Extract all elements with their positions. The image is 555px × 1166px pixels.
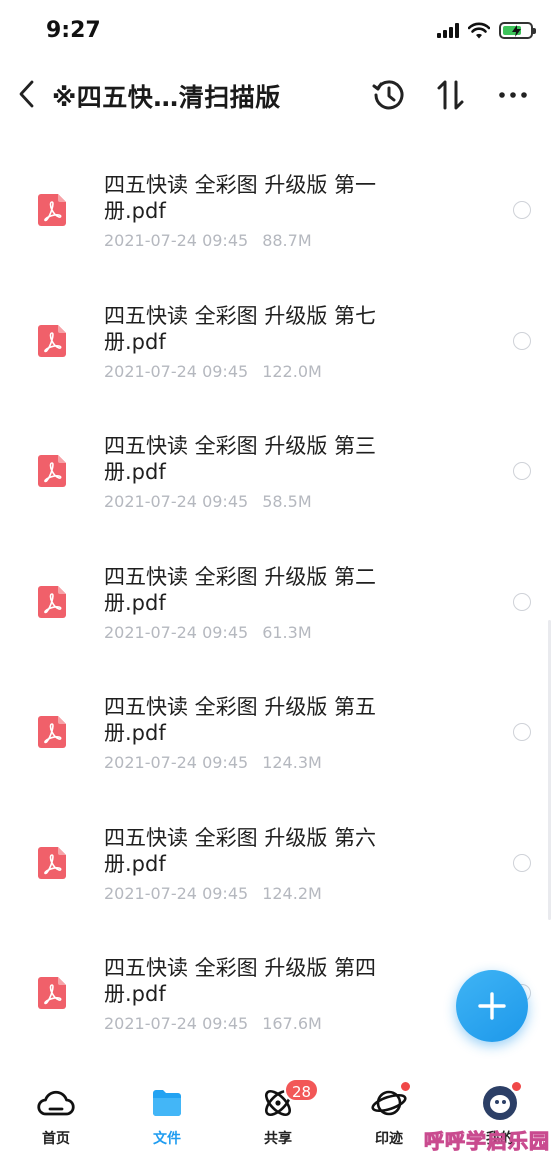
- pdf-file-icon: [38, 194, 66, 226]
- file-name: 四五快读 全彩图 升级版 第四册.pdf: [104, 956, 377, 1006]
- file-item[interactable]: 四五快读 全彩图 升级版 第五册.pdf 2021-07-24 09:45 124…: [0, 670, 555, 801]
- file-meta: 2021-07-24 09:45 167.6M: [104, 1014, 322, 1033]
- file-item[interactable]: 四五快读 全彩图 升级版 第二册.pdf 2021-07-24 09:45 61.…: [0, 540, 555, 671]
- select-radio[interactable]: [513, 462, 531, 480]
- status-icons: [437, 22, 536, 39]
- sort-button[interactable]: [432, 76, 470, 114]
- file-meta: 2021-07-24 09:45 124.3M: [104, 753, 322, 772]
- tab-footprint[interactable]: 印迹: [344, 1080, 434, 1154]
- file-size: 167.6M: [262, 1014, 322, 1033]
- select-radio[interactable]: [513, 592, 531, 611]
- watermark: 呼呼学启乐园: [424, 1129, 550, 1154]
- battery-icon: [499, 22, 536, 39]
- file-name: 四五快读 全彩图 升级版 第一册.pdf: [104, 173, 377, 223]
- file-size: 88.7M: [262, 231, 312, 250]
- top-nav: ※四五快…清扫描版: [0, 62, 555, 126]
- scrollbar[interactable]: [548, 620, 551, 920]
- file-size: 61.3M: [262, 622, 312, 642]
- tab-label: 文件: [153, 1131, 181, 1147]
- tab-label: 首页: [42, 1131, 70, 1147]
- wifi-icon: [468, 22, 490, 39]
- file-date: 2021-07-24 09:45: [104, 492, 249, 511]
- signal-icon: [437, 23, 459, 38]
- file-meta: 2021-07-24 09:45 122.0M: [104, 362, 322, 381]
- file-name: 四五快读 全彩图 升级版 第六册.pdf: [104, 825, 377, 876]
- file-date: 2021-07-24 09:45: [104, 231, 249, 250]
- tab-share[interactable]: 28 共享: [233, 1078, 323, 1154]
- file-size: 124.2M: [262, 883, 322, 903]
- file-item[interactable]: 四五快读 全彩图 升级版 第六册.pdf 2021-07-24 09:45 124…: [0, 801, 555, 932]
- pdf-file-icon: [38, 977, 66, 1009]
- select-radio[interactable]: [513, 201, 531, 219]
- status-bar: 9:27: [0, 0, 555, 60]
- folder-icon: [153, 1090, 181, 1116]
- file-name: 四五快读 全彩图 升级版 第七册.pdf: [104, 303, 377, 354]
- file-date: 2021-07-24 09:45: [104, 753, 249, 772]
- share-badge: 28: [284, 1078, 320, 1102]
- file-item[interactable]: 四五快读 全彩图 升级版 第三册.pdf 2021-07-24 09:45 58.…: [0, 409, 555, 540]
- pdf-file-icon: [38, 324, 66, 357]
- file-list: 四五快读 全彩图 升级版 第一册.pdf 2021-07-24 09:45 88.…: [0, 148, 555, 1062]
- file-date: 2021-07-24 09:45: [104, 1014, 249, 1033]
- page-title: ※四五快…清扫描版: [52, 83, 281, 112]
- select-radio[interactable]: [513, 723, 531, 741]
- file-meta: 2021-07-24 09:45 61.3M: [104, 623, 312, 642]
- file-name: 四五快读 全彩图 升级版 第五册.pdf: [104, 695, 377, 745]
- file-date: 2021-07-24 09:45: [104, 361, 249, 381]
- file-size: 124.3M: [262, 753, 322, 772]
- more-button[interactable]: [494, 76, 532, 114]
- pdf-file-icon: [38, 846, 66, 879]
- file-item[interactable]: 四五快读 全彩图 升级版 第一册.pdf 2021-07-24 09:45 88.…: [0, 148, 555, 279]
- file-date: 2021-07-24 09:45: [104, 883, 249, 903]
- file-item[interactable]: 四五快读 全彩图 升级版 第七册.pdf 2021-07-24 09:45 122…: [0, 279, 555, 410]
- plus-icon: [478, 992, 506, 1020]
- select-radio[interactable]: [513, 853, 531, 872]
- file-meta: 2021-07-24 09:45 88.7M: [104, 231, 312, 250]
- tab-home[interactable]: 首页: [11, 1084, 101, 1154]
- more-icon: [499, 92, 527, 98]
- file-size: 122.0M: [262, 361, 322, 381]
- tab-label: 印迹: [375, 1131, 403, 1147]
- pdf-file-icon: [38, 455, 66, 487]
- notification-dot: [510, 1080, 523, 1093]
- notification-dot: [399, 1080, 412, 1093]
- file-meta: 2021-07-24 09:45 58.5M: [104, 492, 312, 511]
- chevron-left-icon: [19, 80, 34, 108]
- pdf-file-icon: [38, 585, 66, 618]
- select-radio[interactable]: [513, 331, 531, 350]
- back-button[interactable]: [10, 74, 42, 114]
- file-size: 58.5M: [262, 492, 312, 511]
- file-meta: 2021-07-24 09:45 124.2M: [104, 884, 322, 903]
- tab-files[interactable]: 文件: [122, 1084, 212, 1154]
- status-time: 9:27: [46, 18, 101, 43]
- history-icon: [372, 80, 404, 110]
- file-name: 四五快读 全彩图 升级版 第二册.pdf: [104, 564, 377, 615]
- add-button[interactable]: [456, 970, 528, 1042]
- file-date: 2021-07-24 09:45: [104, 622, 249, 642]
- pdf-file-icon: [38, 716, 66, 748]
- cloud-icon: [37, 1090, 75, 1116]
- history-button[interactable]: [370, 76, 408, 114]
- file-name: 四五快读 全彩图 升级版 第三册.pdf: [104, 434, 377, 484]
- tab-label: 共享: [264, 1131, 292, 1147]
- sort-icon: [437, 80, 464, 110]
